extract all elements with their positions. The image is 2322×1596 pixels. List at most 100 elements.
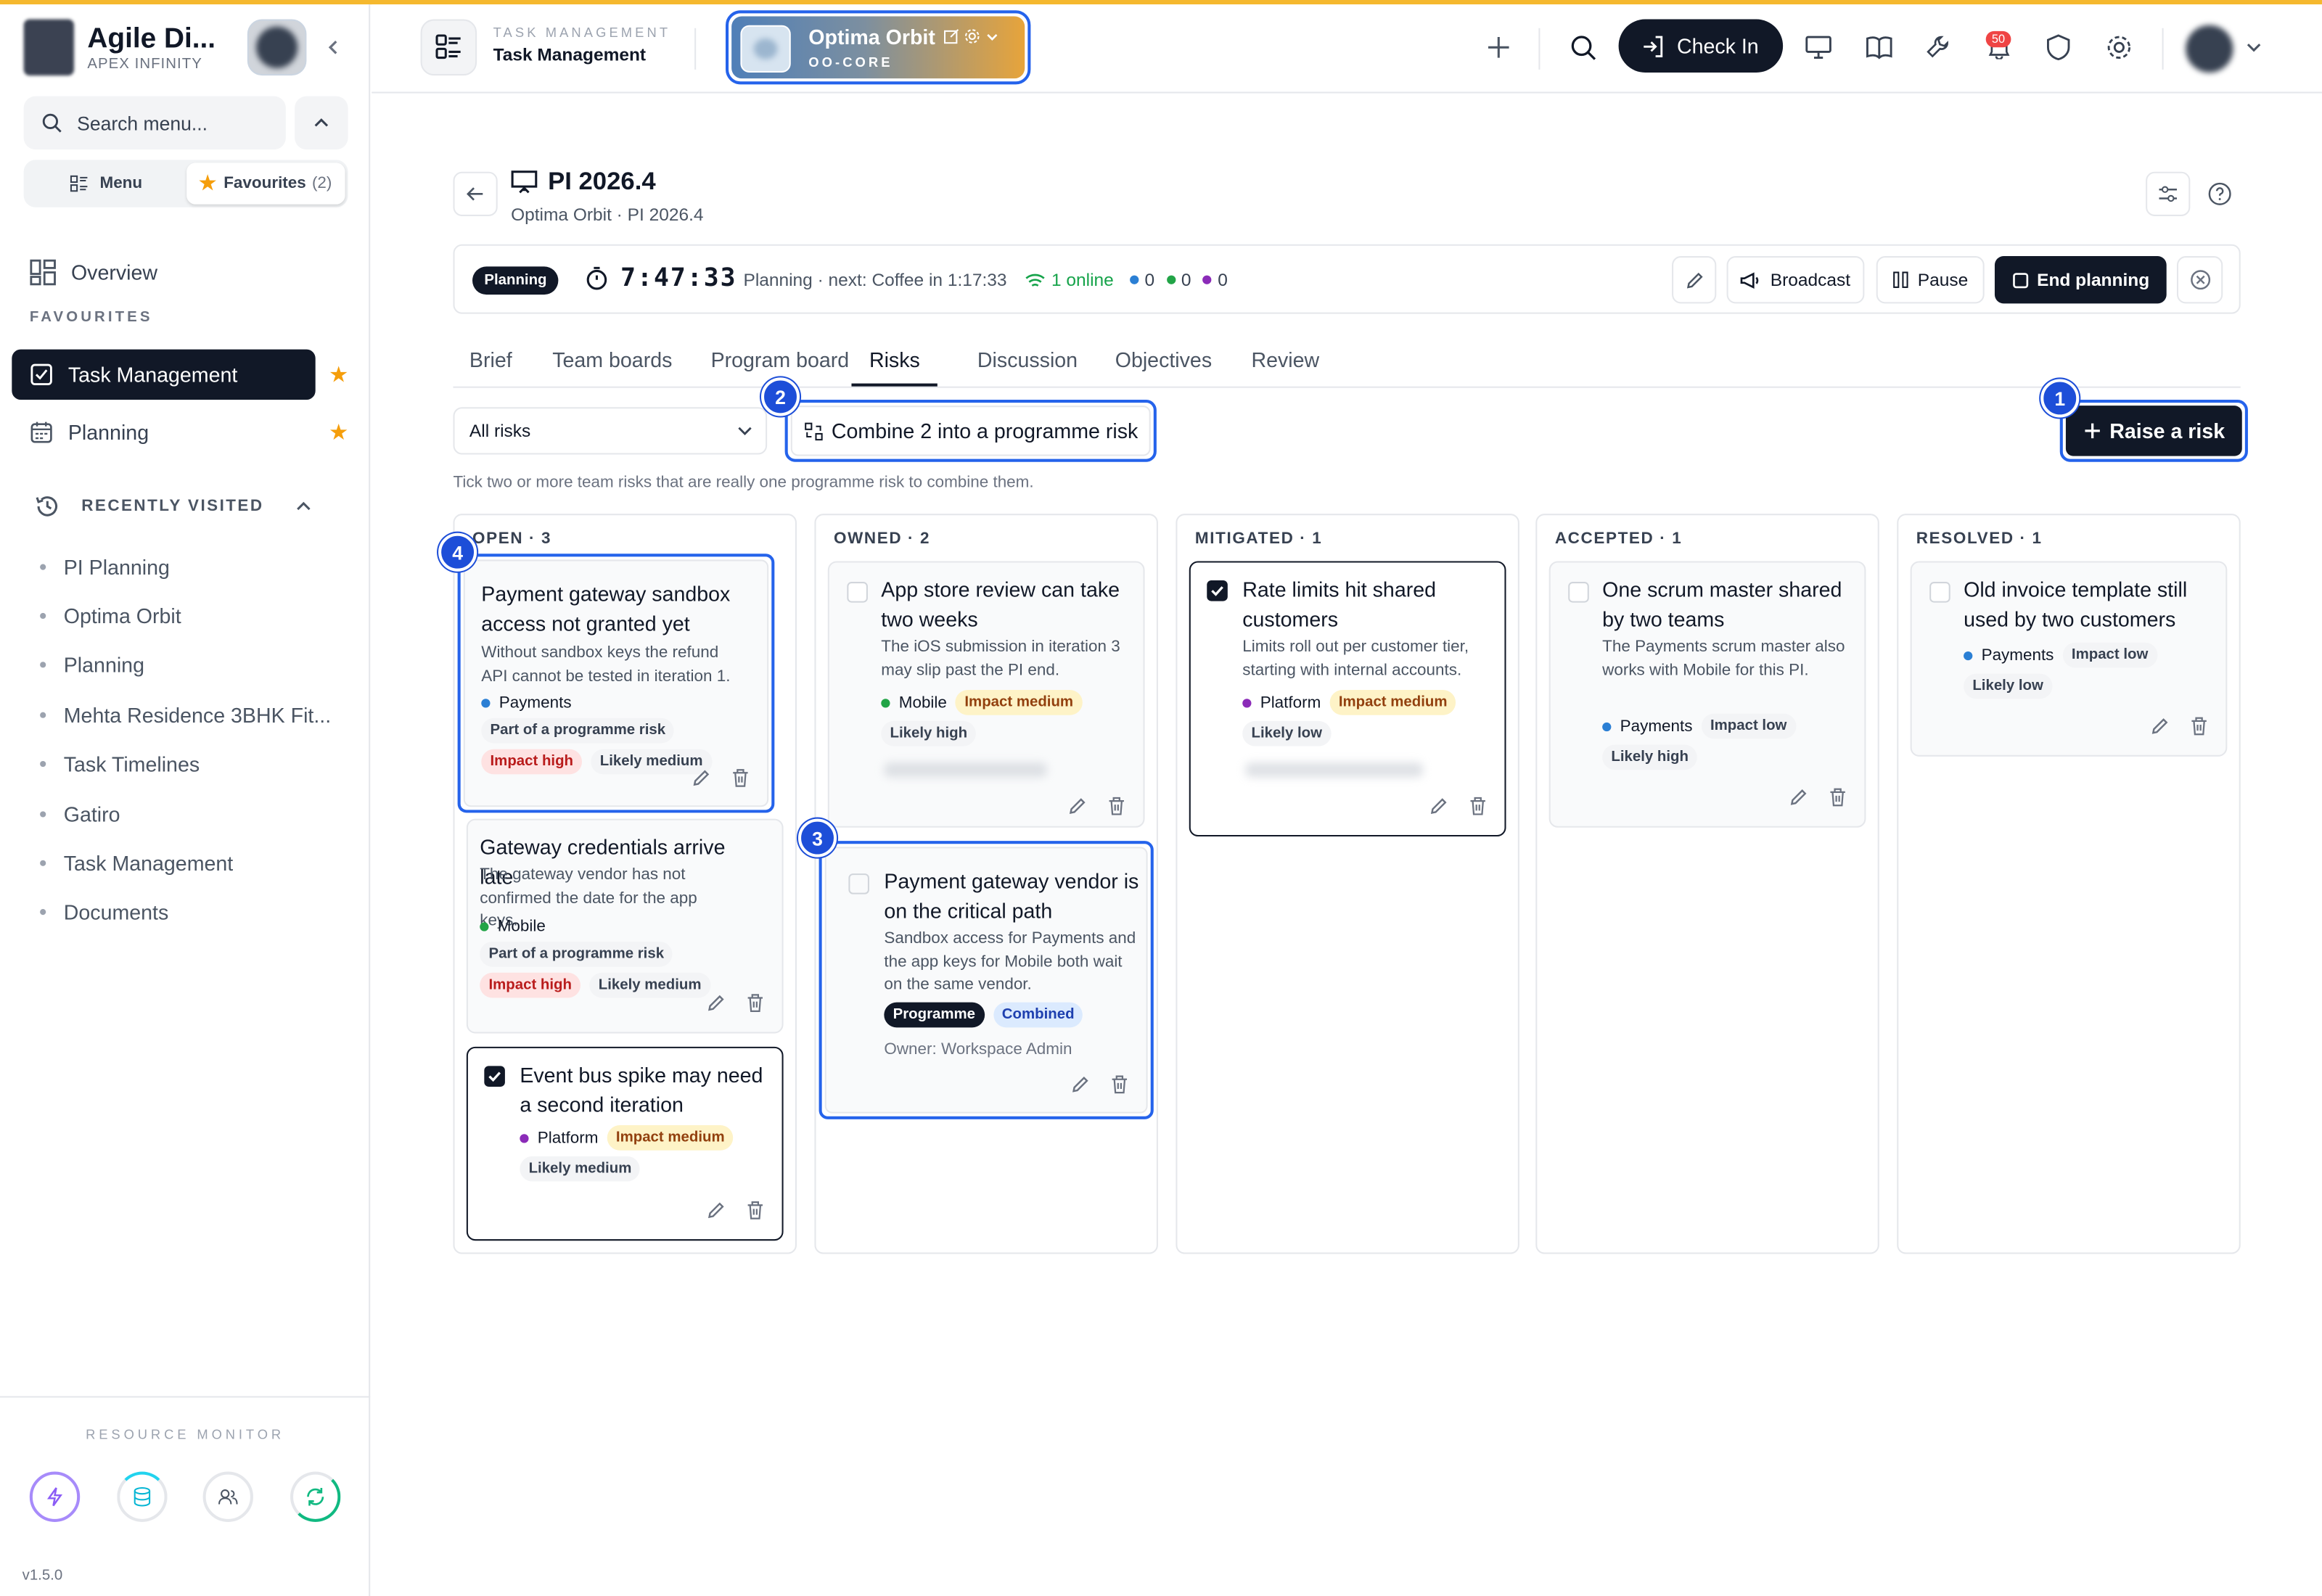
risk-checkbox[interactable] (848, 873, 869, 894)
trash-icon[interactable] (1111, 1075, 1128, 1095)
plus-icon[interactable] (1481, 30, 1517, 65)
notification-badge: 50 (1985, 30, 2011, 48)
recent-item[interactable]: PI Planning (40, 542, 331, 591)
risk-checkbox[interactable] (484, 1066, 505, 1087)
risk-filter-select[interactable]: All risks (453, 407, 768, 455)
gear-icon[interactable] (964, 28, 980, 44)
wrench-icon[interactable] (1921, 30, 1956, 65)
raise-risk-button[interactable]: Raise a risk (2059, 400, 2248, 462)
tab-discussion[interactable]: Discussion (977, 348, 1078, 387)
risk-title: Rate limits hit shared customers (1242, 577, 1437, 631)
sidebar-item-planning[interactable]: Planning (12, 407, 315, 457)
pause-label: Pause (1917, 269, 1969, 290)
tag-impact: Impact medium (607, 1125, 734, 1151)
org-avatar[interactable] (247, 19, 307, 76)
pencil-icon[interactable] (2150, 717, 2170, 736)
book-icon[interactable] (1861, 30, 1897, 65)
recent-item[interactable]: Mehta Residence 3BHK Fit... (40, 690, 331, 739)
column-title: OWNED · 2 (833, 530, 931, 548)
gear-icon[interactable] (2101, 30, 2137, 65)
pencil-icon[interactable] (706, 993, 726, 1013)
chevron-down-icon[interactable] (2236, 30, 2272, 65)
risk-card[interactable]: Gateway credentials arrive late The gate… (466, 818, 784, 1034)
recent-item[interactable]: Documents (40, 888, 331, 937)
risk-card[interactable]: Payment gateway vendor is on the critica… (819, 841, 1154, 1119)
risk-card[interactable]: Event bus spike may need a second iterat… (466, 1046, 784, 1241)
users-gauge-icon[interactable] (202, 1471, 253, 1522)
check-in-button[interactable]: Check In (1618, 19, 1784, 73)
workspace-switcher[interactable]: Optima Orbit OO-CORE (725, 10, 1031, 85)
owner-redacted (884, 762, 1047, 778)
risk-card[interactable]: Payment gateway sandbox access not grant… (457, 554, 775, 813)
recent-item[interactable]: Planning (40, 641, 331, 690)
chevron-down-icon[interactable] (985, 30, 999, 44)
trash-icon[interactable] (731, 768, 749, 788)
tab-team-boards[interactable]: Team boards (552, 348, 672, 387)
login-icon (1644, 35, 1663, 57)
risk-card[interactable]: Rate limits hit shared customers Limits … (1189, 561, 1506, 837)
tab-objectives[interactable]: Objectives (1115, 348, 1212, 387)
trash-icon[interactable] (747, 1201, 764, 1220)
edit-icon[interactable] (943, 28, 959, 44)
recent-item[interactable]: Task Management (40, 839, 331, 888)
trash-icon[interactable] (1829, 788, 1846, 807)
tab-favourites[interactable]: ★ Favourites (2) (186, 163, 345, 205)
star-icon[interactable]: ★ (329, 419, 348, 446)
pencil-icon[interactable] (1429, 797, 1448, 816)
tab-review[interactable]: Review (1251, 348, 1319, 387)
tab-risks[interactable]: Risks (851, 348, 938, 387)
tab-menu[interactable]: Menu (27, 163, 186, 204)
workspace-logo (740, 25, 791, 73)
help-icon[interactable] (2198, 172, 2242, 216)
card-actions (2150, 717, 2208, 736)
trash-icon[interactable] (2190, 717, 2207, 736)
monitor-icon[interactable] (1801, 30, 1837, 65)
risk-checkbox[interactable] (1568, 582, 1589, 603)
chevron-down-icon (738, 427, 752, 435)
presentation-icon (511, 169, 538, 203)
search-menu-input[interactable]: Search menu... (23, 96, 286, 150)
database-gauge-icon[interactable] (117, 1471, 168, 1522)
collapse-sidebar-icon[interactable] (324, 37, 342, 61)
pencil-icon[interactable] (1789, 788, 1808, 807)
recently-visited-header[interactable]: RECENTLY VISITED (34, 493, 345, 520)
risk-checkbox[interactable] (1929, 582, 1950, 603)
pencil-icon[interactable] (706, 1201, 726, 1220)
broadcast-button[interactable]: Broadcast (1726, 256, 1865, 304)
shield-icon[interactable] (2040, 30, 2076, 65)
star-icon[interactable]: ★ (329, 361, 348, 388)
trash-icon[interactable] (747, 993, 764, 1013)
close-session-button[interactable] (2176, 256, 2223, 304)
count-purple: 0 (1218, 269, 1228, 290)
risk-card[interactable]: Old invoice template still used by two c… (1910, 561, 2228, 757)
chevron-up-icon[interactable] (295, 96, 348, 150)
recent-item[interactable]: Optima Orbit (40, 591, 331, 641)
user-avatar[interactable] (2186, 25, 2233, 73)
risk-card[interactable]: App store review can take two weeks The … (827, 561, 1145, 828)
pencil-icon[interactable] (1067, 797, 1087, 816)
pause-button[interactable]: Pause (1876, 256, 1985, 304)
trash-icon[interactable] (1469, 797, 1486, 816)
combine-risks-button[interactable]: Combine 2 into a programme risk (784, 400, 1157, 462)
task-management-app-icon[interactable] (420, 19, 477, 76)
pencil-icon[interactable] (1070, 1075, 1090, 1095)
sidebar-item-overview[interactable]: Overview (12, 247, 315, 297)
trash-icon[interactable] (1108, 797, 1125, 816)
risk-checkbox[interactable] (1207, 580, 1228, 601)
edit-button[interactable] (1672, 256, 1717, 304)
risk-card[interactable]: One scrum master shared by two teams The… (1548, 561, 1866, 828)
recent-list: PI Planning Optima Orbit Planning Mehta … (40, 542, 331, 937)
back-button[interactable] (453, 171, 498, 216)
power-gauge-icon[interactable] (29, 1471, 81, 1522)
risk-checkbox[interactable] (847, 582, 868, 603)
recent-item[interactable]: Task Timelines (40, 740, 331, 789)
history-icon (36, 496, 58, 517)
settings-sliders-button[interactable] (2146, 171, 2191, 216)
recent-item[interactable]: Gatiro (40, 789, 331, 839)
search-icon[interactable] (1565, 30, 1601, 65)
end-planning-button[interactable]: End planning (1994, 256, 2167, 304)
sidebar-item-task-management[interactable]: Task Management (12, 349, 316, 400)
pencil-icon[interactable] (692, 768, 711, 788)
sync-gauge-icon[interactable] (290, 1471, 341, 1522)
tab-brief[interactable]: Brief (469, 348, 512, 387)
